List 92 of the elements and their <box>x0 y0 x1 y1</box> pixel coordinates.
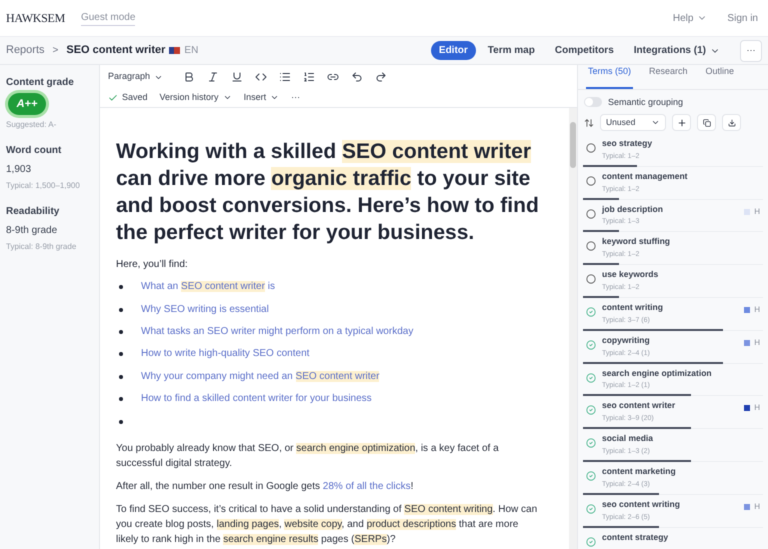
bold-icon[interactable] <box>183 71 196 83</box>
redo-icon[interactable] <box>375 71 388 83</box>
term-name: copywriting <box>602 334 651 347</box>
chevron-icon <box>651 118 660 127</box>
code-icon[interactable] <box>255 71 268 83</box>
stat-label: Content grade <box>6 76 75 90</box>
undo-icon[interactable] <box>351 71 364 83</box>
check-circle-icon <box>586 536 596 547</box>
block-type-dropdown[interactable]: Paragraph <box>108 70 172 84</box>
typical-range: Typical: 1,500–1,900 <box>6 180 81 192</box>
word-count-value: 1,903 <box>6 163 32 177</box>
chevron-icon <box>270 93 280 102</box>
term-name: seo strategy <box>602 137 654 150</box>
more-button[interactable]: ··· <box>740 40 762 62</box>
heading-marker: H <box>754 304 760 316</box>
sort-icon[interactable] <box>584 118 594 128</box>
paragraph: After all, the number one result in Google gets 28% of all the clicks! <box>116 480 414 494</box>
stat-label: Word count <box>6 144 62 158</box>
grade-badge: A++ <box>8 93 46 115</box>
nav-tab[interactable]: Editor <box>430 41 476 60</box>
version-history-dropdown[interactable]: Version history <box>160 90 232 104</box>
sign-in-link[interactable]: Sign in <box>727 10 758 26</box>
language-label: EN <box>184 44 198 58</box>
copy-icon <box>702 118 710 126</box>
circle-icon <box>586 143 596 153</box>
check-circle-icon <box>586 470 596 481</box>
term-name: search engine optimization <box>602 366 713 380</box>
intro-text: Here, you’ll find: <box>116 258 189 272</box>
term-name: seo content writing <box>602 498 681 511</box>
breadcrumb-separator: > <box>52 44 58 58</box>
nav-tab[interactable]: Integrations (1) <box>626 41 728 60</box>
suggested-grade: Suggested: A- <box>6 119 58 131</box>
add-button[interactable] <box>672 114 691 131</box>
typical-range: Typical: 8-9th grade <box>6 241 78 253</box>
underline-icon[interactable] <box>231 71 244 83</box>
insert-dropdown[interactable]: Insert <box>244 90 280 104</box>
more-button[interactable]: ··· <box>291 90 300 104</box>
nav-tab[interactable]: Competitors <box>546 41 622 60</box>
check-circle-icon <box>586 438 596 448</box>
link[interactable]: 28% of all the clicks <box>322 480 411 492</box>
italic-icon[interactable] <box>207 71 220 83</box>
report-title: SEO content writer <box>66 43 166 58</box>
document-heading: Working with a skilled SEO content writer can drive more organic traffic to your site and boost conversions. Here’s how to find the perfect writer for your business. <box>116 139 539 246</box>
nav-tab[interactable]: Term map <box>480 41 543 60</box>
check-circle-icon <box>586 340 596 350</box>
plus-icon <box>676 118 686 128</box>
check-circle-icon <box>586 405 596 416</box>
heading-marker: H <box>754 500 760 513</box>
heading-marker: H <box>754 206 760 218</box>
saved-status: Saved <box>122 90 148 104</box>
flag-icon <box>169 47 180 54</box>
term-row[interactable]: content strategy <box>583 528 763 549</box>
sidebar-tab[interactable]: Outline <box>704 65 736 88</box>
help-menu[interactable]: Help <box>672 10 708 26</box>
check-circle-icon <box>586 306 596 317</box>
circle-icon <box>586 176 596 186</box>
numbered-list-icon[interactable] <box>303 71 316 83</box>
circle-icon <box>586 274 596 284</box>
breadcrumb-link[interactable]: Reports <box>6 42 45 59</box>
term-name: use keywords <box>602 268 660 281</box>
scrollbar[interactable] <box>569 108 577 549</box>
toggle-switch[interactable] <box>584 97 602 108</box>
term-name: seo content writer <box>602 399 676 412</box>
paragraph: You probably already know that SEO, or search engine optimization, is a key facet of a successful digital strategy. <box>116 442 500 471</box>
check-icon <box>108 92 118 102</box>
filter-dropdown[interactable]: Unused <box>600 114 666 131</box>
sidebar-tab[interactable]: Research <box>647 65 690 88</box>
check-circle-icon <box>586 504 596 514</box>
heading-marker: H <box>754 402 760 414</box>
term-name: content management <box>602 170 688 183</box>
check-circle-icon <box>586 372 596 383</box>
circle-icon <box>586 208 596 219</box>
term-name: content writing <box>602 300 664 314</box>
circle-icon <box>586 241 596 252</box>
term-name: keyword stuffing <box>602 235 672 248</box>
term-name: job description <box>602 202 664 216</box>
term-name: content marketing <box>602 464 677 478</box>
term-name: social media <box>602 432 654 445</box>
download-icon <box>728 118 736 126</box>
sidebar-tab[interactable]: Terms (50) <box>586 65 634 88</box>
chevron-icon <box>222 93 232 102</box>
logo[interactable]: HAWKSEM <box>6 9 65 27</box>
guest-mode-label: Guest mode <box>80 10 136 26</box>
link-icon[interactable] <box>327 71 340 83</box>
toggle-label: Semantic grouping <box>608 96 684 109</box>
download-button[interactable] <box>722 114 741 131</box>
stat-label: Readability <box>6 205 60 219</box>
copy-button[interactable] <box>697 114 716 131</box>
term-name: content strategy <box>602 530 670 544</box>
paragraph: To find SEO success, it’s critical to have a solid understanding of SEO content writing. How can you create blog posts, landing pages, website copy, and product descriptions that are more likely to rank high in the search engine results pages (SERPs)? <box>116 502 538 547</box>
readability-value: 8-9th grade <box>6 224 58 238</box>
heading-marker: H <box>754 336 760 349</box>
